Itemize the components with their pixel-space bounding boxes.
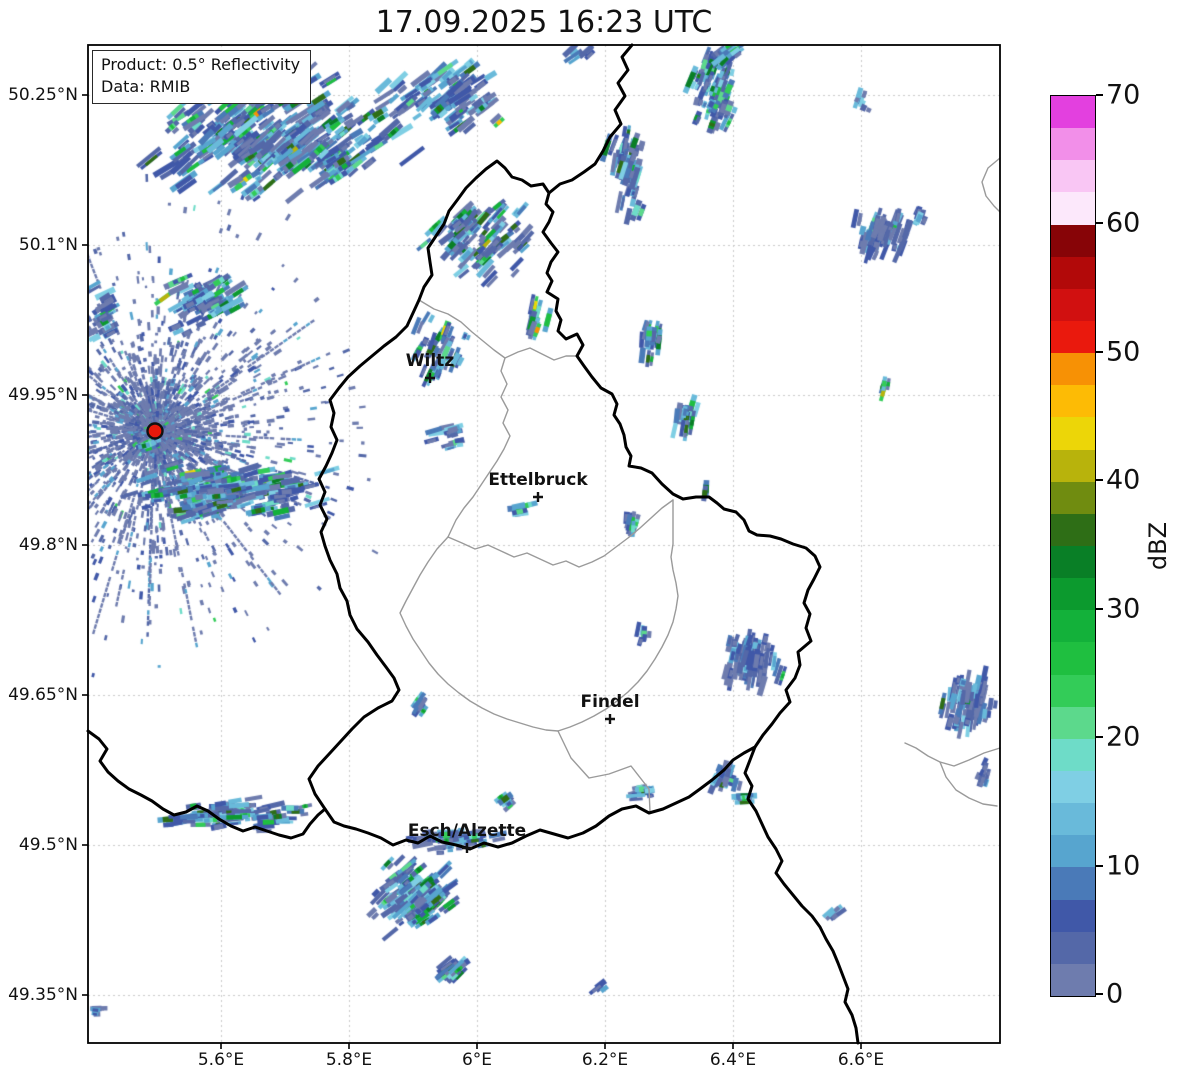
colorbar-tick-label-60: 60	[1106, 207, 1141, 239]
colorbar-segment-10	[1051, 642, 1095, 675]
colorbar-tick-label-30: 30	[1106, 593, 1141, 625]
colorbar-segment-4	[1051, 834, 1095, 868]
product-line: Product: 0.5° Reflectivity	[101, 55, 301, 74]
colorbar-segment-2	[1051, 899, 1095, 932]
colorbar-segment-15	[1051, 481, 1095, 514]
x-axis-label-2: 6°E	[461, 1050, 493, 1070]
y-axis-label-1: 50.1°N	[18, 235, 78, 255]
product-info-box: Product: 0.5° Reflectivity Data: RMIB	[92, 50, 312, 105]
colorbar-segment-27	[1051, 95, 1095, 129]
city-label-ettelbruck: Ettelbruck	[488, 470, 588, 490]
colorbar-segment-1	[1051, 931, 1095, 964]
city-label-esch-alzette: Esch/Alzette	[407, 821, 527, 841]
colorbar-tick-label-10: 10	[1106, 850, 1141, 882]
colorbar-segment-18	[1051, 384, 1095, 418]
colorbar-segment-23	[1051, 224, 1095, 257]
colorbar-segment-19	[1051, 352, 1095, 386]
colorbar-segment-3	[1051, 867, 1095, 900]
y-axis-label-3: 49.8°N	[18, 535, 78, 555]
colorbar-segment-0	[1051, 963, 1095, 996]
colorbar-tick-20	[1096, 736, 1103, 739]
x-axis-label-4: 6.4°E	[709, 1050, 757, 1070]
colorbar-segment-6	[1051, 770, 1095, 804]
colorbar-tick-30	[1096, 607, 1103, 610]
colorbar-segment-22	[1051, 256, 1095, 289]
colorbar-tick-0	[1096, 993, 1103, 996]
colorbar-segment-5	[1051, 802, 1095, 836]
colorbar-tick-label-0: 0	[1106, 978, 1124, 1010]
y-axis-label-5: 49.5°N	[18, 835, 78, 855]
colorbar-segment-21	[1051, 288, 1095, 321]
colorbar-tick-10	[1096, 864, 1103, 867]
colorbar-segment-9	[1051, 674, 1095, 707]
colorbar-segment-11	[1051, 609, 1095, 643]
colorbar-segment-14	[1051, 513, 1095, 546]
x-axis-label-5: 6.6°E	[837, 1050, 885, 1070]
colorbar-tick-40	[1096, 479, 1103, 482]
y-axis-label-6: 49.35°N	[8, 985, 78, 1005]
colorbar-tick-label-70: 70	[1106, 79, 1141, 111]
y-axis-label-0: 50.25°N	[8, 85, 78, 105]
y-axis-label-4: 49.65°N	[8, 685, 78, 705]
colorbar-segment-24	[1051, 192, 1095, 225]
colorbar-tick-50	[1096, 350, 1103, 353]
radar-echo-canvas	[0, 0, 1184, 1081]
reflectivity-colorbar	[1050, 95, 1096, 997]
colorbar-segment-13	[1051, 545, 1095, 579]
colorbar-segment-20	[1051, 320, 1095, 354]
x-axis-label-1: 5.8°E	[325, 1050, 373, 1070]
city-label-findel: Findel	[580, 692, 640, 712]
colorbar-tick-label-50: 50	[1106, 336, 1141, 368]
colorbar-segment-25	[1051, 159, 1095, 193]
colorbar-segment-7	[1051, 738, 1095, 771]
colorbar-tick-60	[1096, 222, 1103, 225]
data-source-line: Data: RMIB	[101, 77, 191, 97]
x-axis-label-0: 5.6°E	[197, 1050, 245, 1070]
colorbar-unit-label: dBZ	[1144, 521, 1172, 571]
city-label-wiltz: Wiltz	[405, 351, 455, 371]
colorbar-segment-26	[1051, 127, 1095, 161]
colorbar-segment-16	[1051, 449, 1095, 482]
x-axis-label-3: 6.2°E	[581, 1050, 629, 1070]
colorbar-segment-17	[1051, 417, 1095, 450]
radar-app-window: 17.09.2025 16:23 UTC	[0, 0, 1184, 1081]
colorbar-tick-label-20: 20	[1106, 721, 1141, 753]
colorbar-tick-label-40: 40	[1106, 464, 1141, 496]
colorbar-segment-8	[1051, 706, 1095, 739]
y-axis-label-2: 49.95°N	[8, 385, 78, 405]
colorbar-tick-70	[1096, 94, 1103, 96]
colorbar-segment-12	[1051, 577, 1095, 611]
